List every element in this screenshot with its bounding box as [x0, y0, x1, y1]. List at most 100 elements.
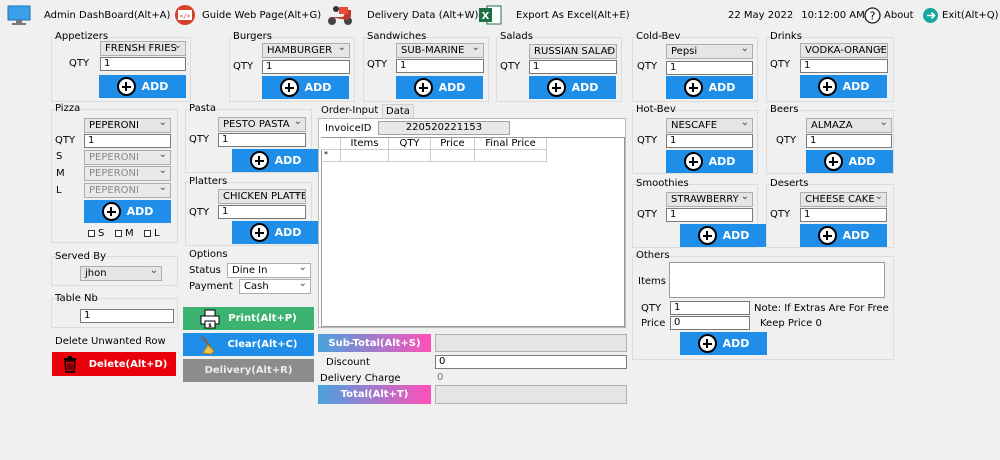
payment-label: Payment [189, 281, 233, 292]
about-label: About [884, 9, 914, 21]
coldbev-select[interactable]: Pepsi [666, 44, 753, 59]
pizza-qty-input[interactable]: 1 [84, 134, 171, 148]
plus-circle-icon [683, 78, 703, 97]
others-qty-input[interactable]: 1 [670, 301, 750, 315]
data-tab[interactable]: Data [382, 104, 414, 118]
admin-dashboard-button[interactable]: Admin DashBoard(Alt+A) [6, 3, 170, 27]
status-select[interactable]: Dine In [227, 263, 311, 278]
subtotal-label: Sub-Total(Alt+S) [328, 337, 421, 349]
platters-qty-input[interactable]: 1 [218, 205, 306, 219]
hotbev-qty-input[interactable]: 1 [666, 134, 753, 148]
new-row-cell-qty[interactable] [389, 150, 431, 162]
others-price-input[interactable]: 0 [670, 316, 750, 330]
pizza-check-l[interactable]: L [144, 228, 160, 239]
new-row-cell-items[interactable] [341, 150, 389, 162]
sandwiches-add-button[interactable]: ADD [396, 76, 483, 99]
clear-button[interactable]: Clear(Alt+C) [183, 333, 314, 356]
drinks-qty-label: QTY [770, 59, 791, 70]
pasta-qty-input[interactable]: 1 [218, 133, 306, 147]
coldbev-qty-input[interactable]: 1 [666, 61, 753, 75]
svg-text:X: X [482, 11, 490, 22]
about-button[interactable]: ? About [864, 3, 914, 27]
pizza-check-s[interactable]: S [88, 228, 104, 239]
delivery-button[interactable]: Delivery(Alt+R) [183, 359, 314, 382]
print-button[interactable]: $ Print(Alt+P) [183, 307, 314, 330]
appetizers-add-button[interactable]: ADD [99, 75, 186, 98]
pizza-check-m[interactable]: M [115, 228, 134, 239]
exit-button[interactable]: Exit(Alt+Q) [922, 3, 999, 27]
drinks-add-button[interactable]: ADD [800, 75, 887, 98]
new-row-cell-final-price[interactable] [475, 150, 547, 162]
platters-select[interactable]: CHICKEN PLATTER [218, 189, 306, 204]
beers-qty-input[interactable]: 1 [806, 134, 892, 148]
new-row-cell-price[interactable] [431, 150, 475, 162]
add-label: ADD [438, 81, 466, 94]
sandwiches-select[interactable]: SUB-MARINE [396, 43, 484, 58]
pizza-size-l-select[interactable]: PEPERONI [84, 183, 171, 198]
add-label: ADD [274, 154, 302, 167]
delete-button[interactable]: Delete(Alt+D) [52, 352, 176, 376]
salads-qty-label: QTY [500, 61, 521, 72]
beers-add-button[interactable]: ADD [806, 150, 893, 173]
pizza-size-s-select[interactable]: PEPERONI [84, 150, 171, 165]
burgers-title: Burgers [233, 31, 272, 42]
appetizers-select[interactable]: FRENSH FRIES [100, 41, 186, 56]
delivery-scooter-icon [325, 4, 355, 26]
coldbev-add-button[interactable]: ADD [666, 76, 753, 99]
printer-icon: $ [200, 309, 220, 329]
smoothies-qty-input[interactable]: 1 [666, 208, 753, 222]
discount-input[interactable]: 0 [435, 355, 627, 369]
appetizers-qty-input[interactable]: 1 [100, 57, 186, 71]
column-header-price[interactable]: Price [431, 138, 475, 150]
hotbev-select[interactable]: NESCAFE [666, 118, 753, 133]
deserts-select[interactable]: CHEESE CAKE [800, 192, 887, 207]
add-label: ADD [304, 81, 332, 94]
salads-add-button[interactable]: ADD [529, 76, 616, 99]
deserts-add-button[interactable]: ADD [800, 224, 887, 247]
delivery-data-button[interactable]: Delivery Data (Alt+W) [325, 3, 478, 27]
burgers-add-button[interactable]: ADD [262, 76, 349, 99]
burgers-select[interactable]: HAMBURGER [262, 43, 350, 58]
appetizers-qty-label: QTY [69, 58, 90, 69]
order-input-tab[interactable]: Order-Input [321, 105, 378, 116]
pizza-select[interactable]: PEPERONI [84, 118, 171, 133]
served-by-select[interactable]: jhon [80, 266, 162, 281]
plus-circle-icon [546, 78, 566, 97]
order-grid[interactable] [321, 137, 625, 327]
admin-dashboard-label: Admin DashBoard(Alt+A) [44, 9, 171, 21]
hotbev-add-button[interactable]: ADD [666, 150, 753, 173]
smoothies-add-button[interactable]: ADD [680, 224, 767, 247]
web-code-icon: </> [174, 4, 196, 26]
export-excel-label: Export As Excel(Alt+E) [516, 9, 630, 21]
pizza-add-button[interactable]: ADD [84, 200, 171, 223]
beers-select[interactable]: ALMAZA [806, 118, 892, 133]
pizza-size-m-label: M [56, 168, 65, 179]
pasta-select[interactable]: PESTO PASTA [218, 117, 306, 132]
drinks-qty-input[interactable]: 1 [800, 59, 888, 73]
sandwiches-qty-input[interactable]: 1 [396, 59, 484, 73]
column-header-final-price[interactable]: Final Price [475, 138, 547, 150]
others-add-button[interactable]: ADD [680, 332, 767, 355]
column-header-items[interactable]: Items [341, 138, 389, 150]
export-excel-button[interactable]: X Export As Excel(Alt+E) [478, 3, 630, 27]
pizza-size-m-select[interactable]: PEPERONI [84, 166, 171, 181]
guide-web-page-button[interactable]: </> Guide Web Page(Alt+G) [174, 3, 321, 27]
table-nb-input[interactable]: 1 [80, 309, 174, 323]
deserts-title: Deserts [770, 178, 809, 189]
drinks-select[interactable]: VODKA-ORANGE [800, 43, 888, 58]
total-button[interactable]: Total(Alt+T) [318, 385, 431, 404]
smoothies-select[interactable]: STRAWBERRY [666, 192, 753, 207]
delivery-label: Delivery(Alt+R) [204, 365, 293, 376]
subtotal-button[interactable]: Sub-Total(Alt+S) [318, 334, 431, 352]
deserts-qty-input[interactable]: 1 [800, 208, 887, 222]
others-items-textarea[interactable] [669, 262, 885, 298]
order-grid-table: Items QTY Price Final Price * [321, 138, 547, 162]
payment-select[interactable]: Cash [239, 279, 311, 294]
column-header-qty[interactable]: QTY [389, 138, 431, 150]
burgers-qty-input[interactable]: 1 [262, 60, 350, 74]
salads-select[interactable]: RUSSIAN SALAD [529, 44, 617, 59]
pasta-add-button[interactable]: ADD [232, 149, 319, 172]
plus-circle-icon [279, 78, 299, 97]
salads-qty-input[interactable]: 1 [529, 60, 617, 74]
platters-add-button[interactable]: ADD [232, 221, 319, 244]
